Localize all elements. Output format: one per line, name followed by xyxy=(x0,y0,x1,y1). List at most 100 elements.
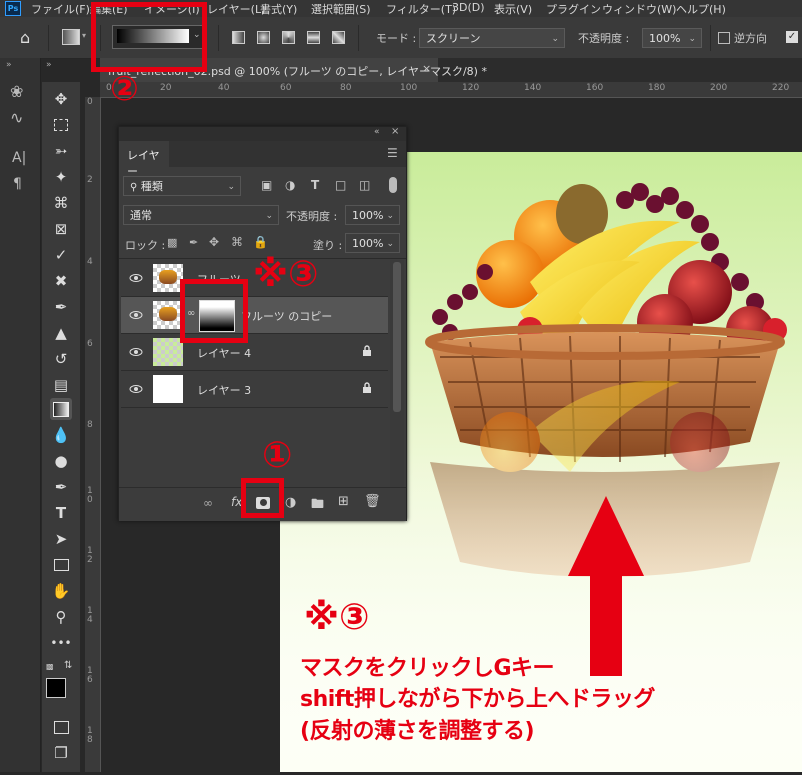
lock-image-icon[interactable]: ✒ xyxy=(189,236,198,249)
path-selection-icon[interactable]: ➤ xyxy=(50,528,72,550)
link-layers-icon[interactable]: ∞ xyxy=(203,496,213,510)
trash-icon[interactable]: 🗑 xyxy=(364,494,381,509)
layer-list-scrollbar[interactable] xyxy=(390,260,404,490)
history-brush-icon[interactable]: ↺ xyxy=(50,348,72,370)
stamp-tool-icon[interactable]: ▲ xyxy=(50,322,72,344)
opacity-field[interactable]: 100% ⌄ xyxy=(642,28,702,48)
adjustment-layer-icon[interactable]: ◑ xyxy=(285,495,296,510)
dodge-tool-icon[interactable]: ● xyxy=(50,450,72,472)
more-tools-icon[interactable]: ••• xyxy=(50,632,72,654)
paragraph-icon[interactable]: ¶ xyxy=(13,176,22,192)
dither-checkbox[interactable]: ✓ xyxy=(786,31,798,43)
eye-icon[interactable] xyxy=(129,345,143,359)
menu-select[interactable]: 選択範囲(S) xyxy=(311,1,371,17)
layer-row[interactable]: レイヤー 4 xyxy=(121,334,388,371)
menu-3d[interactable]: 3D(D) xyxy=(452,1,485,14)
healing-brush-icon[interactable]: ✖ xyxy=(50,270,72,292)
gradient-tool-icon[interactable] xyxy=(62,29,80,45)
fill-field[interactable]: 100% ⌄ xyxy=(345,233,400,253)
menu-plugins[interactable]: プラグイン xyxy=(546,1,601,17)
linear-gradient-icon[interactable] xyxy=(232,31,245,44)
diamond-gradient-icon[interactable] xyxy=(332,31,345,44)
new-group-icon[interactable]: 🖿 xyxy=(311,495,324,517)
lock-all-icon[interactable]: 🔒 xyxy=(253,235,268,249)
pen-tool-icon[interactable]: ✒ xyxy=(50,476,72,498)
reverse-checkbox[interactable] xyxy=(718,32,730,44)
expand-icon[interactable]: » xyxy=(46,60,52,70)
character-icon[interactable]: A| xyxy=(12,150,26,166)
brush-tool-icon[interactable]: ✒ xyxy=(50,296,72,318)
menu-help[interactable]: ヘルプ(H) xyxy=(676,1,726,17)
menu-view[interactable]: 表示(V) xyxy=(494,1,532,17)
home-icon[interactable]: ⌂ xyxy=(20,29,38,47)
menu-filter[interactable]: フィルター(T) xyxy=(386,1,456,17)
reflected-gradient-icon[interactable] xyxy=(307,31,320,44)
type-filter-icon[interactable]: T xyxy=(311,178,319,192)
layer-row[interactable]: レイヤー 3 xyxy=(121,371,388,408)
ruler-tick-label: 20 xyxy=(160,83,172,93)
channels-icon[interactable]: ❀ xyxy=(10,82,23,101)
ruler-tick-label: 220 xyxy=(772,83,790,93)
close-icon[interactable]: × xyxy=(391,126,399,137)
type-tool-icon[interactable]: T xyxy=(50,502,72,524)
shape-filter-icon[interactable]: □ xyxy=(335,178,346,192)
lock-artboard-icon[interactable]: ⌘ xyxy=(231,235,243,249)
lock-transparency-icon[interactable]: ▩ xyxy=(167,236,177,249)
tab-layers[interactable]: レイヤー xyxy=(119,141,169,178)
smart-object-filter-icon[interactable]: ◫ xyxy=(359,178,370,192)
close-icon[interactable]: × xyxy=(422,62,431,75)
pixel-filter-icon[interactable]: ▣ xyxy=(261,178,272,192)
filter-toggle[interactable] xyxy=(389,177,397,193)
lasso-tool-icon[interactable]: ➳ xyxy=(50,140,72,162)
move-tool-icon[interactable]: ✥ xyxy=(50,88,72,110)
crop-tool-icon[interactable]: ⌘ xyxy=(50,192,72,214)
menu-file[interactable]: ファイル(F) xyxy=(31,1,90,17)
rectangle-tool-icon[interactable] xyxy=(50,554,72,576)
collapse-icon[interactable]: « xyxy=(374,127,380,137)
expand-icon[interactable]: » xyxy=(6,60,12,70)
default-colors-icon[interactable]: ▩ xyxy=(46,662,54,671)
adjustment-filter-icon[interactable]: ◑ xyxy=(285,178,295,192)
ruler-tick-label: 180 xyxy=(648,83,666,93)
mode-select[interactable]: スクリーン ⌄ xyxy=(419,28,565,48)
blend-mode-select[interactable]: 通常 ⌄ xyxy=(123,205,279,225)
foreground-color[interactable] xyxy=(46,678,66,698)
screen-mode-icon[interactable]: ❐ xyxy=(50,742,72,764)
eye-icon[interactable] xyxy=(129,382,143,396)
eye-icon[interactable] xyxy=(129,271,143,285)
menu-window[interactable]: ウィンドウ(W) xyxy=(602,1,676,17)
chevron-down-icon[interactable]: ▾ xyxy=(82,31,86,40)
layer-filter-select[interactable]: ⚲ 種類 ⌄ xyxy=(123,176,241,196)
ruler-tick-label: 4 xyxy=(87,257,93,267)
eye-icon[interactable] xyxy=(129,308,143,322)
menu-type[interactable]: 書式(Y) xyxy=(260,1,297,17)
new-layer-icon[interactable]: ⊞ xyxy=(338,494,349,509)
panel-menu-icon[interactable]: ☰ xyxy=(387,146,398,160)
layer-name: レイヤー 4 xyxy=(197,347,252,360)
quick-mask-icon[interactable] xyxy=(50,716,72,738)
chevron-down-icon: ⌄ xyxy=(551,34,559,44)
hand-tool-icon[interactable]: ✋ xyxy=(50,580,72,602)
layer-opacity-field[interactable]: 100% ⌄ xyxy=(345,205,400,225)
panel-tab-bar: レイヤー ☰ xyxy=(119,141,406,178)
blur-tool-icon[interactable]: 💧 xyxy=(50,424,72,446)
ruler-tick-label: 60 xyxy=(280,83,292,93)
ruler-tick-label: 140 xyxy=(524,83,542,93)
magic-wand-icon[interactable]: ✦ xyxy=(50,166,72,188)
menu-layer[interactable]: レイヤー(L) xyxy=(207,1,265,17)
lock-position-icon[interactable]: ✥ xyxy=(209,235,219,249)
eyedropper-icon[interactable]: ✓ xyxy=(50,244,72,266)
marquee-tool-icon[interactable] xyxy=(50,114,72,136)
layer-thumbnail xyxy=(153,375,183,403)
gradient-tool-icon[interactable] xyxy=(50,398,72,420)
layer-row-selected[interactable]: ∞ フルーツ のコピー xyxy=(121,297,388,334)
radial-gradient-icon[interactable] xyxy=(257,31,270,44)
swap-colors-icon[interactable]: ⇅ xyxy=(64,660,72,671)
angle-gradient-icon[interactable] xyxy=(282,31,295,44)
paths-icon[interactable]: ∿ xyxy=(10,108,23,127)
ruler-tick-label: 80 xyxy=(340,83,352,93)
fill-value: 100% xyxy=(352,237,384,250)
frame-tool-icon[interactable]: ⊠ xyxy=(50,218,72,240)
zoom-tool-icon[interactable]: ⚲ xyxy=(50,606,72,628)
eraser-icon[interactable]: ▤ xyxy=(50,374,72,396)
